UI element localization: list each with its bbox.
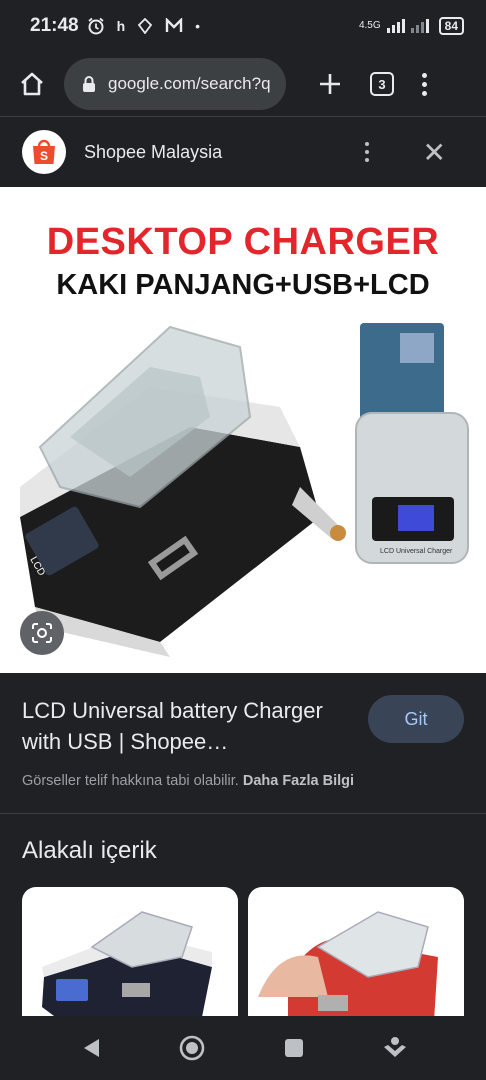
location-icon [137,18,153,34]
more-info-link[interactable]: Daha Fazla Bilgi [243,773,354,789]
lock-icon [83,76,95,92]
source-header: S Shopee Malaysia ✕ [0,117,486,187]
url-text: google.com/search?q [108,74,271,93]
alarm-icon [88,17,104,35]
related-card-2[interactable] [248,887,464,1037]
system-navigation-bar [0,1016,486,1080]
dot-icon: • [195,18,201,34]
recents-icon [284,1039,303,1057]
back-icon [83,1039,99,1057]
copyright-text: Görseller telif hakkına tabi olabilir. [22,773,239,789]
lens-search-button[interactable] [20,611,64,655]
battery-icon: 84 [438,17,464,35]
network-type: 4.5G [358,20,381,31]
chevron-down-icon [384,1037,407,1057]
related-content-heading: Alakalı içerik [22,837,157,864]
new-tab-button[interactable] [302,56,358,112]
home-icon [21,72,43,96]
image-preview-sheet: S Shopee Malaysia ✕ DESKTOP CHARGER KAKI… [0,116,486,1037]
status-time: 21:48 [30,15,79,36]
related-charger-image-1 [42,911,212,1037]
status-system-icons: 4.5G 84 [359,17,464,35]
shopee-logo-icon: S [22,130,66,174]
home-button[interactable] [0,52,64,116]
plus-icon [320,74,340,94]
address-bar[interactable]: google.com/search?q [64,58,286,110]
svg-text:S: S [40,149,48,163]
google-lens-icon [32,623,52,643]
m-icon [165,18,183,32]
signal-icon [386,19,405,33]
back-button[interactable] [71,1028,111,1068]
h-indicator: h [116,18,126,34]
copyright-notice: Görseller telif hakkına tabi olabilir. D… [22,773,354,789]
result-info: LCD Universal battery Charger with USB |… [0,673,486,813]
related-card-1[interactable] [22,887,238,1037]
home-circle-icon [179,1035,205,1061]
status-bar: 21:48 h • 4.5G 84 [0,0,486,52]
charger-illustration-icon: LCD LCD Universal Charger [20,323,469,657]
browser-toolbar: google.com/search?q 3 [0,52,486,116]
more-options-button[interactable] [364,142,369,162]
lcd-label-right: LCD Universal Charger [380,548,453,555]
product-image[interactable]: DESKTOP CHARGER KAKI PANJANG+USB+LCD LCD [0,187,486,673]
visit-button[interactable]: Git [368,695,464,743]
status-notification-icons: h • [87,17,200,35]
assistant-button[interactable] [375,1028,415,1068]
close-icon[interactable]: ✕ [423,136,446,169]
result-title[interactable]: LCD Universal battery Charger with USB |… [22,695,352,757]
recents-button[interactable] [274,1028,314,1068]
signal-secondary-icon [410,19,429,33]
home-nav-button[interactable] [172,1028,212,1068]
section-divider [0,813,486,814]
tab-switcher-button[interactable]: 3 [370,72,394,96]
related-charger-image-2 [258,911,438,1037]
source-name[interactable]: Shopee Malaysia [84,142,222,163]
browser-menu-button[interactable] [422,72,427,96]
